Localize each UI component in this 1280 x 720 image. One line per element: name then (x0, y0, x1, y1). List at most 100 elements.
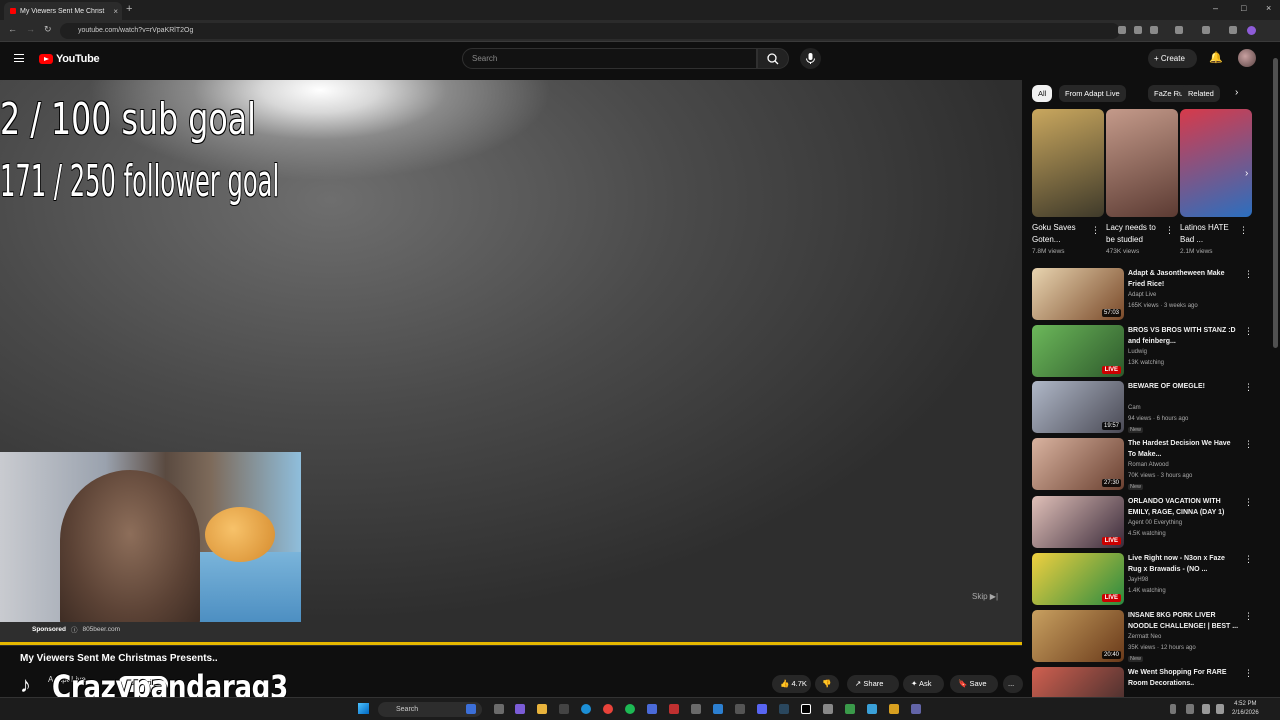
tab-close-icon[interactable]: × (113, 7, 122, 16)
channel-name[interactable]: Ludwig (1128, 349, 1147, 355)
back-icon[interactable]: ← (8, 24, 17, 34)
youtube-logo[interactable]: YouTube (39, 53, 100, 65)
channel-name[interactable]: Agent 00 Everything (1128, 520, 1182, 526)
share-button[interactable]: ↗ Share (847, 675, 899, 693)
steam-icon[interactable] (779, 704, 789, 714)
app-icon[interactable] (691, 704, 701, 714)
url-field[interactable]: youtube.com/watch?v=rVpaKRlT2Og (60, 23, 1120, 39)
short-title[interactable]: Latinos HATE Bad ... (1180, 222, 1238, 246)
sidepanel-icon[interactable] (1202, 26, 1210, 34)
minimize-icon[interactable]: – (1213, 3, 1218, 13)
chip-from-adapt-live[interactable]: From Adapt Live (1059, 85, 1126, 102)
chip-related[interactable]: Related (1182, 85, 1220, 102)
more-options-icon[interactable]: ⋮ (1244, 554, 1253, 565)
video-title-link[interactable]: ORLANDO VACATION WITH EMILY, RAGE, CINNA… (1128, 496, 1240, 518)
short-title[interactable]: Lacy needs to be studied (1106, 222, 1164, 246)
ask-button[interactable]: ✦ Ask (903, 675, 944, 693)
more-options-icon[interactable]: ⋮ (1165, 225, 1174, 236)
flag-app-icon[interactable] (466, 704, 476, 714)
extensions-icon[interactable] (1175, 26, 1183, 34)
video-thumbnail[interactable]: 27:30 (1032, 438, 1124, 490)
reload-icon[interactable]: ↻ (44, 24, 52, 35)
recommendation-item[interactable]: LIVE BROS VS BROS WITH STANZ :D and feinb… (1032, 325, 1272, 377)
app-icon[interactable] (647, 704, 657, 714)
maximize-icon[interactable]: □ (1241, 3, 1246, 13)
create-button[interactable]: + Create (1148, 49, 1197, 68)
more-options-icon[interactable]: ⋮ (1244, 269, 1253, 280)
more-options-icon[interactable]: ⋮ (1244, 439, 1253, 450)
sponsor-domain[interactable]: 805beer.com (82, 626, 120, 633)
video-thumbnail[interactable]: LIVE (1032, 496, 1124, 548)
notifications-bell-icon[interactable]: 🔔 (1209, 51, 1223, 64)
recommendation-item[interactable]: 19:57 BEWARE OF OMEGLE! Cam 94 views · 6 ho… (1032, 381, 1272, 433)
info-icon[interactable]: ⓘ (71, 624, 78, 634)
volume-icon[interactable] (1216, 704, 1224, 714)
more-actions-button[interactable]: ... (1003, 675, 1023, 693)
channel-name[interactable]: JayH98 (1128, 577, 1148, 583)
voice-search-button[interactable] (800, 48, 821, 69)
spotify-icon[interactable] (625, 704, 635, 714)
tray-icon[interactable] (1186, 704, 1194, 714)
video-title-link[interactable]: Live Right now - N3on x Faze Rug x Brawa… (1128, 553, 1240, 575)
browser-profile-avatar[interactable] (1247, 26, 1256, 35)
chrome-browser-icon[interactable] (603, 704, 613, 714)
chevron-right-icon[interactable]: › (1235, 87, 1238, 98)
forward-icon[interactable]: → (26, 24, 35, 34)
more-options-icon[interactable]: ⋮ (1244, 497, 1253, 508)
task-view-icon[interactable] (494, 704, 504, 714)
search-input[interactable]: Search (462, 48, 757, 69)
close-window-icon[interactable]: × (1266, 3, 1271, 13)
recommendation-item[interactable]: LIVE Live Right now - N3on x Faze Rug x B… (1032, 553, 1272, 605)
hamburger-menu-icon[interactable] (14, 54, 24, 62)
channel-name[interactable]: Zermatt Neo (1128, 634, 1161, 640)
recommendation-item[interactable]: 20:40 INSANE 8KG PORK LIVER NOODLE CHALLE… (1032, 610, 1272, 662)
video-thumbnail[interactable]: LIVE (1032, 325, 1124, 377)
like-button[interactable]: 👍 4.7K (772, 675, 811, 693)
more-options-icon[interactable]: ⋮ (1244, 382, 1253, 393)
browser-tab[interactable]: My Viewers Sent Me Christ × (4, 2, 122, 20)
app-icon[interactable] (823, 704, 833, 714)
video-title-link[interactable]: BROS VS BROS WITH STANZ :D and feinberg.… (1128, 325, 1240, 347)
teams-icon[interactable] (911, 704, 921, 714)
short-thumbnail[interactable] (1032, 109, 1104, 217)
video-title-link[interactable]: Adapt & Jasontheween Make Fried Rice! (1128, 268, 1240, 290)
more-options-icon[interactable]: ⋮ (1239, 225, 1248, 236)
video-title-link[interactable]: The Hardest Decision We Have To Make... (1128, 438, 1240, 460)
chip-all[interactable]: All (1032, 85, 1053, 102)
skip-ad-button[interactable]: Skip ▶| (972, 592, 998, 601)
video-title-link[interactable]: We Went Shopping For RARE Room Decoratio… (1128, 667, 1240, 689)
short-thumbnail[interactable] (1106, 109, 1178, 217)
dislike-button[interactable]: 👎 (815, 675, 839, 693)
video-thumbnail[interactable]: LIVE (1032, 553, 1124, 605)
more-options-icon[interactable]: ⋮ (1244, 326, 1253, 337)
page-scrollbar[interactable] (1273, 58, 1278, 348)
save-button[interactable]: 🔖 Save (950, 675, 998, 693)
short-title[interactable]: Goku Saves Goten... (1032, 222, 1090, 246)
file-explorer-icon[interactable] (537, 704, 547, 714)
zoom-icon[interactable] (1118, 26, 1126, 34)
copilot-icon[interactable] (515, 704, 525, 714)
windows-start-icon[interactable] (358, 703, 369, 714)
ad-progress-bar[interactable] (0, 642, 1022, 645)
video-thumbnail[interactable]: 20:40 (1032, 610, 1124, 662)
discord-icon[interactable] (757, 704, 767, 714)
video-thumbnail[interactable]: 19:57 (1032, 381, 1124, 433)
new-tab-button[interactable]: + (126, 3, 132, 15)
more-options-icon[interactable]: ⋮ (1091, 225, 1100, 236)
more-options-icon[interactable]: ⋮ (1244, 668, 1253, 679)
account-avatar[interactable] (1238, 49, 1256, 67)
kick-icon[interactable] (801, 704, 811, 714)
app-icon[interactable] (845, 704, 855, 714)
channel-name[interactable]: Cam (1128, 405, 1141, 411)
shorts-next-icon[interactable]: › (1245, 168, 1248, 179)
short-thumbnail[interactable] (1180, 109, 1252, 217)
bookmark-star-icon[interactable] (1150, 26, 1158, 34)
more-options-icon[interactable]: ⋮ (1244, 611, 1253, 622)
recommendation-item[interactable]: LIVE ORLANDO VACATION WITH EMILY, RAGE, C… (1032, 496, 1272, 548)
edge-browser-icon[interactable] (581, 704, 591, 714)
recommendation-item[interactable]: 27:30 The Hardest Decision We Have To Mak… (1032, 438, 1272, 490)
app-icon[interactable] (867, 704, 877, 714)
wifi-icon[interactable] (1202, 704, 1210, 714)
app-icon[interactable] (889, 704, 899, 714)
channel-name[interactable]: Roman Atwood (1128, 462, 1169, 468)
